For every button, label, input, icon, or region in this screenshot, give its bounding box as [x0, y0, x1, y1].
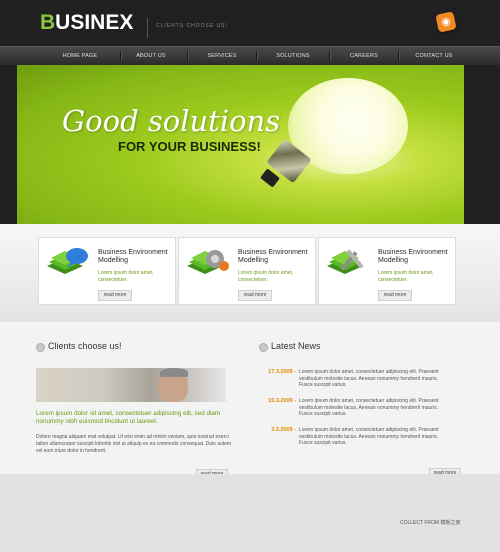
feature-text: Lorem ipsum dolor amet, consectetuer.	[378, 270, 434, 283]
nav-item-solutions[interactable]: SOLUTIONS	[257, 47, 329, 65]
clients-body-text: Dolore magna aliquam erat volutpat. Ut w…	[36, 434, 232, 454]
feature-title: Business Environment Modelling	[378, 249, 448, 264]
news-text: Lorem ipsum dolor amet, consectetuer adi…	[299, 398, 439, 417]
rss-icon[interactable]: ◉	[435, 11, 457, 33]
folder-chat-icon	[47, 248, 88, 274]
nav-item-about[interactable]: ABOUT US	[121, 47, 181, 65]
feature-title: Business Environment Modelling	[238, 249, 308, 264]
clients-photo-hair	[160, 368, 188, 377]
clients-heading: Clients choose us!	[48, 341, 122, 351]
section-bullet-icon	[36, 343, 45, 352]
feature-text: Lorem ipsum dolor amet, consectetuer.	[98, 270, 154, 283]
nav-item-contact[interactable]: CONTACT US	[399, 47, 469, 65]
banner-subheadline: FOR YOUR BUSINESS!	[118, 139, 261, 154]
logo-divider	[147, 18, 148, 38]
feature-title: Business Environment Modelling	[98, 249, 168, 264]
clients-photo	[36, 368, 226, 402]
nav-item-services[interactable]: SERVICES	[188, 47, 256, 65]
news-date: 15.3.2009 -	[268, 398, 296, 404]
news-date: 3.3.2009 -	[271, 427, 296, 433]
folder-wrench-icon	[327, 249, 364, 274]
feature-card: Business Environment Modelling Lorem ips…	[38, 237, 176, 305]
read-more-button[interactable]: read more	[98, 290, 132, 301]
nav-item-home[interactable]: HOME PAGE	[40, 47, 120, 65]
folder-gear-icon	[187, 250, 229, 274]
nav-item-careers[interactable]: CAREERS	[330, 47, 398, 65]
banner-headline: Good solutions	[62, 104, 281, 138]
footer-credit: COLLECT FROM 模板之家	[400, 520, 461, 526]
news-text: Lorem ipsum dolor amet, consectetuer adi…	[299, 427, 439, 446]
read-more-button[interactable]: read more	[238, 290, 272, 301]
news-date: 17.3.2009 -	[268, 369, 296, 375]
banner-frame-left	[0, 65, 17, 224]
site-tagline: CLIENTS CHOOSE US!	[156, 23, 228, 29]
news-text: Lorem ipsum dolor amet, consectetuer adi…	[299, 369, 439, 388]
section-bullet-icon	[259, 343, 268, 352]
feature-card: Business Environment Modelling Lorem ips…	[178, 237, 316, 305]
feature-text: Lorem ipsum dolor amet, consectetuer.	[238, 270, 294, 283]
read-more-button[interactable]: read more	[378, 290, 412, 301]
site-footer	[0, 474, 500, 552]
site-logo[interactable]: BUSINEX	[40, 11, 133, 35]
banner-frame-right	[464, 65, 500, 224]
clients-lead-text: Lorem ipsum dolor sit amet, consectetuer…	[36, 410, 221, 425]
feature-card: Business Environment Modelling Lorem ips…	[318, 237, 456, 305]
news-heading: Latest News	[271, 341, 321, 351]
main-nav: HOME PAGE ABOUT US SERVICES SOLUTIONS CA…	[0, 46, 500, 65]
